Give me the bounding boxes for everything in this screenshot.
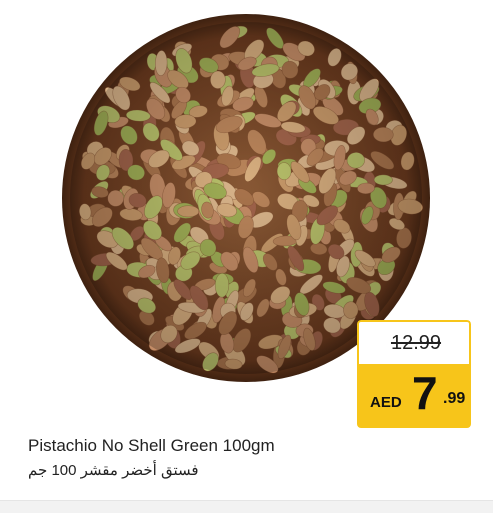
old-price-area: 12.99 [357, 320, 471, 364]
pistachio-kernel [276, 162, 292, 181]
pistachio-kernel [343, 301, 359, 319]
price-decimal: .99 [443, 390, 466, 407]
pistachio-kernel [214, 272, 230, 298]
pistachio-kernel [177, 205, 200, 218]
product-card[interactable]: 12.99 AED 7 .99 Pistachio No Shell Green… [0, 0, 493, 513]
currency-label: AED [370, 394, 402, 411]
new-price-area: AED 7 .99 [357, 364, 471, 428]
pistachio-kernel [373, 174, 393, 186]
product-name-arabic: فستق أخضر مقشر 100 جم [28, 462, 199, 479]
pistachio-kernel [210, 70, 226, 89]
product-name-english: Pistachio No Shell Green 100gm [28, 436, 275, 455]
card-divider [0, 500, 493, 513]
old-price: 12.99 [390, 332, 442, 354]
price-badge: 12.99 AED 7 .99 [357, 320, 471, 428]
price-integer: 7 [412, 367, 438, 419]
